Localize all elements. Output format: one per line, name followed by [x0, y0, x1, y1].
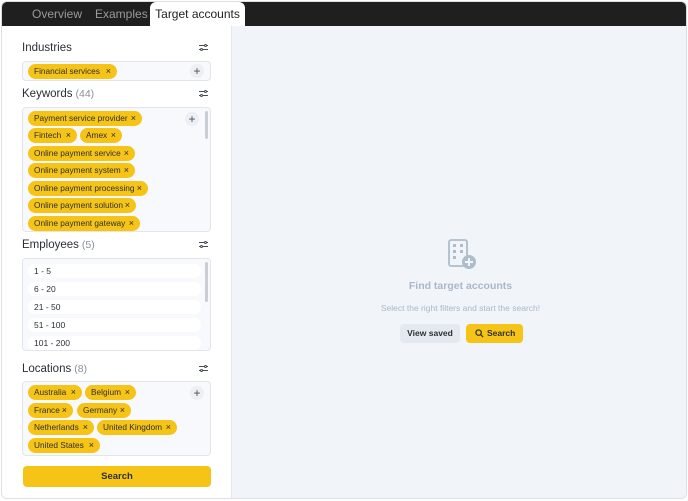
results-panel: Find target accounts Select the right fi…	[231, 26, 686, 498]
chip-label: Netherlands	[34, 422, 79, 432]
locations-count: (8)	[74, 363, 88, 375]
chip-keyword[interactable]: Online payment service ×	[28, 146, 135, 161]
empty-state-title: Find target accounts	[408, 280, 513, 292]
search-icon	[475, 329, 484, 338]
app-frame: Overview Examples Target accounts Indust…	[1, 1, 687, 499]
plus-icon[interactable]: +	[190, 386, 204, 400]
keywords-field[interactable]: Payment service provider × Fintech × Amex ×…	[22, 107, 211, 232]
industries-header: Industries	[22, 42, 210, 56]
find-search-label: Search	[487, 328, 516, 338]
chip-keyword[interactable]: Online payment system ×	[28, 163, 135, 178]
plus-icon[interactable]: +	[190, 64, 204, 78]
close-icon[interactable]: ×	[166, 420, 171, 435]
employees-title: Employees	[22, 239, 79, 251]
sliders-icon[interactable]	[198, 364, 210, 374]
close-icon[interactable]: ×	[111, 128, 116, 143]
search-button[interactable]: Search	[23, 466, 211, 487]
locations-header: Locations (8)	[22, 363, 210, 377]
industries-field[interactable]: Financial services × +	[22, 61, 211, 81]
chip-label: Amex	[86, 130, 108, 140]
close-icon[interactable]: ×	[129, 216, 134, 231]
keywords-scrollbar[interactable]	[205, 111, 208, 139]
chip-label: Online payment gateway	[34, 218, 126, 228]
close-icon[interactable]: ×	[120, 403, 125, 418]
plus-icon[interactable]: +	[185, 112, 199, 126]
chip-location[interactable]: Netherlands ×	[28, 420, 94, 435]
close-icon[interactable]: ×	[66, 128, 71, 143]
industries-title: Industries	[22, 42, 72, 54]
chip-location[interactable]: Belgium ×	[85, 385, 136, 400]
employees-scrollbar[interactable]	[205, 262, 208, 302]
close-icon[interactable]: ×	[124, 146, 129, 161]
close-icon[interactable]: ×	[137, 181, 142, 196]
keywords-header: Keywords (44)	[22, 88, 210, 102]
close-icon[interactable]: ×	[62, 403, 67, 418]
keywords-title: Keywords	[22, 88, 73, 100]
chip-label: Online payment processing	[34, 183, 135, 193]
filters-panel: Industries Financial services × + Keyword…	[2, 26, 231, 498]
chip-keyword[interactable]: Payment service provider ×	[28, 111, 142, 126]
chip-keyword[interactable]: Online payment processing ×	[28, 181, 148, 196]
employee-option[interactable]: 21 - 50	[28, 300, 201, 314]
locations-title: Locations	[22, 363, 72, 375]
tab-target-accounts[interactable]: Target accounts	[150, 2, 245, 27]
employees-header: Employees (5)	[22, 239, 210, 253]
close-icon[interactable]: ×	[125, 385, 130, 400]
chip-label: Online payment system	[34, 165, 121, 175]
building-add-icon	[448, 239, 476, 269]
chip-keyword[interactable]: Online payment solution ×	[28, 198, 136, 213]
close-icon[interactable]: ×	[125, 198, 130, 213]
chip-keyword[interactable]: Online payment gateway ×	[28, 216, 140, 231]
close-icon[interactable]: ×	[124, 163, 129, 178]
sliders-icon[interactable]	[198, 240, 210, 250]
chip-label: United Kingdom	[103, 422, 163, 432]
chip-label: Germany	[83, 405, 118, 415]
find-search-button[interactable]: Search	[466, 324, 523, 343]
employee-option[interactable]: 6 - 20	[28, 282, 201, 296]
locations-field[interactable]: Australia × Belgium × France × Germany × Net…	[22, 381, 211, 456]
chip-industry[interactable]: Financial services ×	[28, 64, 117, 79]
chip-label: France	[34, 405, 60, 415]
close-icon[interactable]: ×	[83, 420, 88, 435]
chip-location[interactable]: Australia ×	[28, 385, 82, 400]
chip-location[interactable]: Germany ×	[77, 403, 131, 418]
sliders-icon[interactable]	[198, 43, 210, 53]
employees-count: (5)	[81, 239, 95, 251]
chip-location[interactable]: United States ×	[28, 438, 100, 453]
sliders-icon[interactable]	[198, 89, 210, 99]
close-icon[interactable]: ×	[71, 385, 76, 400]
chip-label: Fintech	[34, 130, 62, 140]
chip-keyword[interactable]: Fintech ×	[28, 128, 77, 143]
chip-label: Payment service provider	[34, 113, 128, 123]
chip-label: Australia	[34, 387, 67, 397]
employee-option[interactable]: 1 - 5	[28, 264, 201, 278]
chip-label: Online payment service	[34, 148, 121, 158]
employee-option[interactable]: 101 - 200	[28, 336, 201, 350]
tab-examples[interactable]: Examples	[95, 2, 148, 26]
chip-keyword[interactable]: Amex ×	[80, 128, 122, 143]
chip-location[interactable]: France ×	[28, 403, 73, 418]
tab-bar: Overview Examples Target accounts	[2, 2, 686, 27]
chip-label: United States	[34, 440, 84, 450]
view-saved-button[interactable]: View saved	[400, 324, 460, 343]
keywords-count: (44)	[75, 88, 95, 100]
empty-state-subtitle: Select the right filters and start the s…	[380, 303, 541, 313]
chip-label: Financial services	[34, 66, 100, 76]
chip-location[interactable]: United Kingdom ×	[97, 420, 177, 435]
chip-label: Belgium	[91, 387, 121, 397]
employee-option[interactable]: 51 - 100	[28, 318, 201, 332]
close-icon[interactable]: ×	[89, 438, 94, 453]
tab-overview[interactable]: Overview	[32, 2, 82, 26]
chip-label: Online payment solution	[34, 200, 124, 210]
close-icon[interactable]: ×	[131, 111, 136, 126]
employees-list[interactable]: 1 - 5 6 - 20 21 - 50 51 - 100 101 - 200	[22, 258, 211, 351]
close-icon[interactable]: ×	[106, 64, 111, 79]
